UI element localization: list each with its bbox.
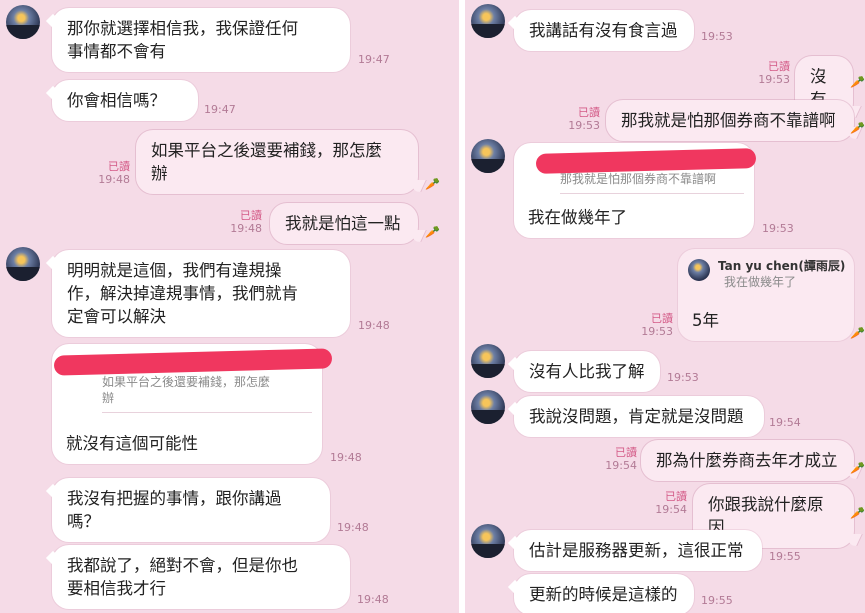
carrot-icon: 🥕 (850, 461, 865, 475)
message-meta: 已讀 19:48 (92, 160, 130, 186)
contact-avatar[interactable] (471, 139, 505, 173)
message-meta: 已讀 19:53 (568, 106, 600, 132)
read-receipt: 已讀 (768, 60, 790, 73)
message-time: 19:48 (337, 521, 369, 534)
message-time: 19:53 (758, 73, 790, 86)
reply-bubble[interactable]: 那我就是怕那個券商不靠譜啊 我在做幾年了 (514, 143, 757, 238)
message-time: 19:54 (605, 459, 637, 472)
message-time: 19:48 (98, 173, 130, 186)
message-time: 19:53 (641, 325, 673, 338)
quoted-sender: Tan yu chen(譚雨辰) (718, 259, 846, 273)
contact-avatar[interactable] (471, 4, 505, 38)
message-time: 19:53 (568, 119, 600, 132)
carrot-icon: 🥕 (425, 225, 440, 239)
contact-avatar[interactable] (6, 5, 40, 39)
contact-avatar[interactable] (471, 390, 505, 424)
read-receipt: 已讀 (615, 446, 637, 459)
quoted-message[interactable]: 如果平台之後還要補錢，那怎麼 辦 (102, 374, 312, 413)
message-time: 19:54 (769, 416, 801, 429)
message-bubble[interactable]: 那你就選擇相信我，我保證任何 事情都不會有 (52, 8, 350, 72)
message-bubble[interactable]: 更新的時候是這樣的 (514, 574, 694, 613)
message-bubble[interactable]: 明明就是這個，我們有違規操 作，解決掉違規事情，我們就肯 定會可以解決 (52, 250, 350, 337)
message-meta: 已讀 19:53 (758, 60, 790, 86)
carrot-icon: 🥕 (850, 326, 865, 340)
read-receipt: 已讀 (651, 312, 673, 325)
carrot-icon: 🥕 (850, 121, 865, 135)
message-time: 19:48 (230, 222, 262, 235)
carrot-icon: 🥕 (850, 75, 865, 89)
redaction-mark (53, 348, 333, 376)
message-bubble[interactable]: 我都說了，絕對不會，但是你也 要相信我才行 (52, 545, 350, 609)
message-time: 19:48 (330, 451, 362, 464)
chat-panel-left[interactable]: 那你就選擇相信我，我保證任何 事情都不會有 19:47 你會相信嗎？ 19:47… (0, 0, 459, 613)
message-time: 19:55 (701, 594, 733, 607)
message-bubble[interactable]: 我說沒問題，肯定就是沒問題 (514, 396, 764, 437)
contact-avatar[interactable] (471, 344, 505, 378)
quoted-text: 我在做幾年了 (724, 275, 797, 289)
message-time: 19:53 (701, 30, 733, 43)
message-time: 19:48 (358, 319, 390, 332)
message-bubble[interactable]: 那我就是怕那個券商不靠譜啊 (606, 100, 854, 141)
quoted-avatar (688, 259, 710, 281)
message-time: 19:54 (655, 503, 687, 516)
message-bubble[interactable]: 如果平台之後還要補錢，那怎麼 辦 (136, 130, 418, 194)
message-meta: 已讀 19:48 (224, 209, 262, 235)
message-bubble[interactable]: 你會相信嗎？ (52, 80, 198, 121)
read-receipt: 已讀 (240, 209, 262, 222)
quoted-text: 如果平台之後還要補錢，那怎麼 辦 (102, 375, 271, 405)
message-bubble[interactable]: 那為什麼券商去年才成立 (641, 440, 854, 481)
message-time: 19:53 (667, 371, 699, 384)
carrot-icon: 🥕 (425, 177, 440, 191)
redaction-mark (535, 148, 757, 174)
contact-avatar[interactable] (471, 524, 505, 558)
carrot-icon: 🥕 (850, 506, 865, 520)
message-meta: 已讀 19:54 (655, 490, 687, 516)
read-receipt: 已讀 (108, 160, 130, 173)
message-bubble[interactable]: 我沒有把握的事情，跟你講過 嗎？ (52, 478, 330, 542)
message-bubble[interactable]: 估計是服務器更新，這很正常 (514, 530, 762, 571)
read-receipt: 已讀 (578, 106, 600, 119)
message-meta: 已讀 19:54 (605, 446, 637, 472)
chat-panel-right[interactable]: 我講話有沒有食言過 19:53 已讀 19:53 沒有 🥕 已讀 19:53 那… (465, 0, 865, 613)
message-meta: 已讀 19:53 (641, 312, 673, 338)
message-time: 19:55 (769, 550, 801, 563)
reply-bubble[interactable]: 如果平台之後還要補錢，那怎麼 辦 就沒有這個可能性 (52, 344, 333, 464)
quoted-text: 那我就是怕那個券商不靠譜啊 (560, 172, 717, 186)
reply-text: 我在做幾年了 (528, 208, 627, 227)
reply-text: 5年 (692, 311, 719, 330)
message-time: 19:53 (762, 222, 794, 235)
read-receipt: 已讀 (665, 490, 687, 503)
message-bubble[interactable]: 我講話有沒有食言過 (514, 10, 694, 51)
quoted-message[interactable]: 那我就是怕那個券商不靠譜啊 (560, 171, 744, 194)
message-time: 19:47 (204, 103, 236, 116)
message-bubble[interactable]: 我就是怕這一點 (270, 203, 418, 244)
message-time: 19:48 (357, 593, 389, 606)
message-bubble[interactable]: 沒有人比我了解 (514, 351, 660, 392)
reply-bubble[interactable]: Tan yu chen(譚雨辰) 我在做幾年了 5年 (678, 249, 854, 341)
message-time: 19:47 (358, 53, 390, 66)
reply-text: 就沒有這個可能性 (66, 434, 198, 453)
contact-avatar[interactable] (6, 247, 40, 281)
